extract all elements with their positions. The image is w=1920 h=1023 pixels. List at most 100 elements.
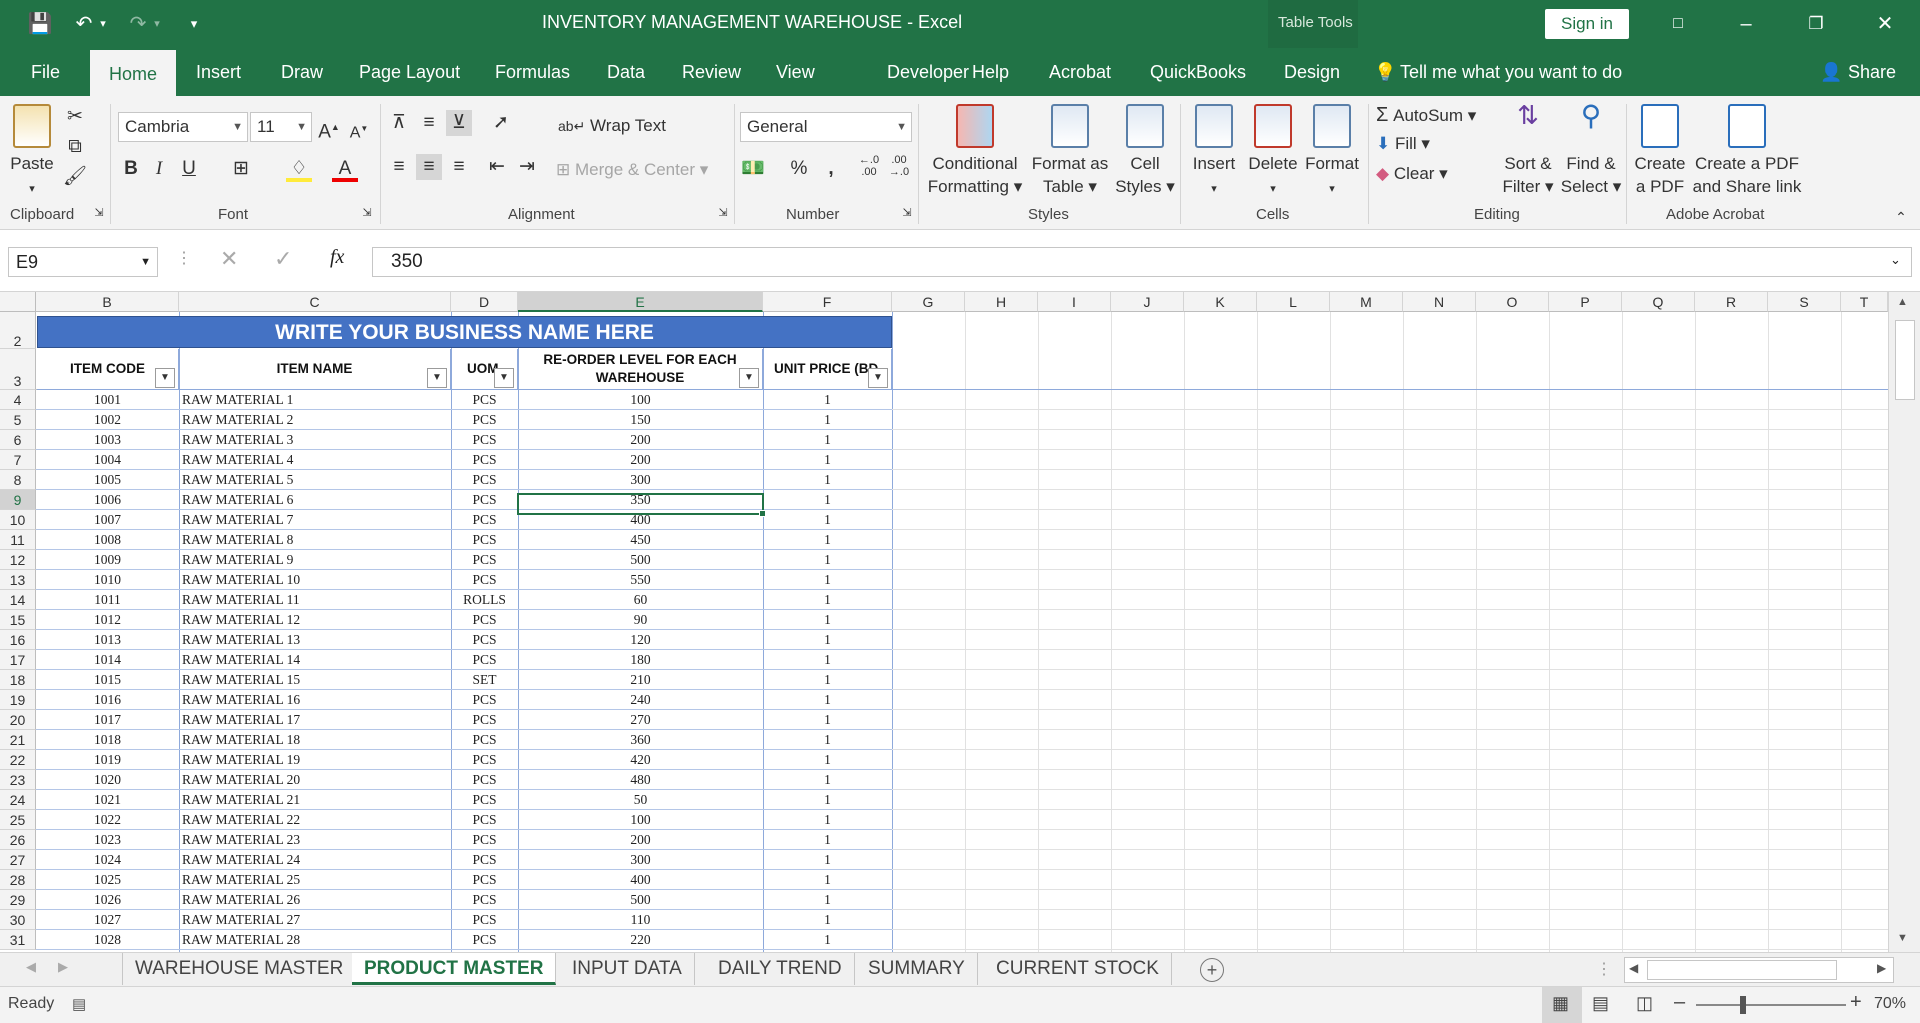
cell-item-name[interactable]: RAW MATERIAL 6	[182, 490, 451, 510]
collapse-ribbon-icon[interactable]: ⌃	[1888, 204, 1914, 230]
cell-reorder-level[interactable]: 200	[518, 830, 763, 850]
cell-uom[interactable]: PCS	[451, 430, 518, 450]
cell-item-name[interactable]: RAW MATERIAL 20	[182, 770, 451, 790]
prev-sheet-icon[interactable]: ◀	[26, 959, 36, 975]
scroll-left-icon[interactable]: ◀	[1629, 961, 1638, 975]
horizontal-scrollbar[interactable]: ◀ ▶	[1624, 957, 1894, 983]
row-header[interactable]: 12	[0, 550, 36, 570]
row-header[interactable]: 16	[0, 630, 36, 650]
cell-uom[interactable]: PCS	[451, 810, 518, 830]
cell-uom[interactable]: SET	[451, 670, 518, 690]
sheet-tab-input-data[interactable]: INPUT DATA	[560, 953, 695, 985]
sheet-tab-product-master[interactable]: PRODUCT MASTER	[352, 953, 557, 985]
row-header[interactable]: 29	[0, 890, 36, 910]
cell-unit-price[interactable]: 1	[763, 930, 892, 950]
cell-unit-price[interactable]: 1	[763, 430, 892, 450]
cell-reorder-level[interactable]: 60	[518, 590, 763, 610]
increase-indent-icon[interactable]: ⇥	[514, 154, 540, 180]
insert-function-icon[interactable]: fx	[330, 246, 344, 269]
cell-unit-price[interactable]: 1	[763, 470, 892, 490]
horizontal-scroll-thumb[interactable]	[1647, 960, 1837, 980]
cell-uom[interactable]: PCS	[451, 610, 518, 630]
cell-unit-price[interactable]: 1	[763, 610, 892, 630]
scroll-down-icon[interactable]: ▼	[1897, 932, 1908, 944]
tab-acrobat[interactable]: Acrobat	[1049, 62, 1111, 83]
cell-reorder-level[interactable]: 480	[518, 770, 763, 790]
cell-uom[interactable]: PCS	[451, 890, 518, 910]
cell-unit-price[interactable]: 1	[763, 710, 892, 730]
filter-dropdown-icon[interactable]: ▼	[494, 368, 514, 388]
zoom-slider[interactable]	[1696, 1004, 1846, 1006]
font-size-dropdown-icon[interactable]: ▼	[296, 113, 307, 141]
row-header[interactable]: 27	[0, 850, 36, 870]
name-box-dropdown-icon[interactable]: ▼	[140, 248, 151, 276]
cell-uom[interactable]: PCS	[451, 390, 518, 410]
cell-unit-price[interactable]: 1	[763, 790, 892, 810]
cell-unit-price[interactable]: 1	[763, 730, 892, 750]
column-header-e[interactable]: E	[518, 292, 763, 312]
cell-uom[interactable]: PCS	[451, 570, 518, 590]
tab-file[interactable]: File	[31, 62, 60, 83]
accounting-format-icon[interactable]: 💵	[740, 156, 766, 182]
undo-icon[interactable]: ↶	[70, 10, 98, 38]
sheet-tab-summary[interactable]: SUMMARY	[856, 953, 978, 985]
row-header[interactable]: 13	[0, 570, 36, 590]
cell-item-code[interactable]: 1009	[36, 550, 179, 570]
expand-formula-bar-icon[interactable]: ⌄	[1890, 252, 1901, 268]
cell-unit-price[interactable]: 1	[763, 690, 892, 710]
create-share-pdf-button[interactable]: Create a PDF and Share link	[1692, 104, 1802, 198]
tab-review[interactable]: Review	[682, 62, 741, 83]
next-sheet-icon[interactable]: ▶	[58, 959, 68, 975]
cell-reorder-level[interactable]: 240	[518, 690, 763, 710]
column-header-g[interactable]: G	[892, 292, 965, 312]
vertical-scrollbar[interactable]: ▲ ▼	[1888, 292, 1920, 952]
row-header[interactable]: 19	[0, 690, 36, 710]
page-break-view-icon[interactable]: ◫	[1636, 993, 1653, 1014]
tab-insert[interactable]: Insert	[196, 62, 241, 83]
cell-unit-price[interactable]: 1	[763, 410, 892, 430]
cell-reorder-level[interactable]: 150	[518, 410, 763, 430]
business-name-banner[interactable]: WRITE YOUR BUSINESS NAME HERE	[37, 316, 892, 348]
cell-item-code[interactable]: 1010	[36, 570, 179, 590]
cell-item-name[interactable]: RAW MATERIAL 28	[182, 930, 451, 950]
row-header[interactable]: 9	[0, 490, 36, 510]
cell-item-name[interactable]: RAW MATERIAL 5	[182, 470, 451, 490]
cell-item-code[interactable]: 1013	[36, 630, 179, 650]
column-header-q[interactable]: Q	[1622, 292, 1695, 312]
filter-dropdown-icon[interactable]: ▼	[427, 368, 447, 388]
cell-item-name[interactable]: RAW MATERIAL 21	[182, 790, 451, 810]
cell-item-name[interactable]: RAW MATERIAL 15	[182, 670, 451, 690]
tab-developer[interactable]: Developer	[887, 62, 969, 83]
row-header[interactable]: 5	[0, 410, 36, 430]
cell-unit-price[interactable]: 1	[763, 510, 892, 530]
row-header[interactable]: 25	[0, 810, 36, 830]
cell-reorder-level[interactable]: 180	[518, 650, 763, 670]
row-header[interactable]: 6	[0, 430, 36, 450]
align-left-icon[interactable]: ≡	[386, 154, 412, 180]
row-header[interactable]: 17	[0, 650, 36, 670]
column-header-d[interactable]: D	[451, 292, 518, 312]
cell-item-name[interactable]: RAW MATERIAL 14	[182, 650, 451, 670]
tell-me-search[interactable]: Tell me what you want to do	[1400, 62, 1622, 83]
normal-view-icon[interactable]: ▦	[1552, 993, 1569, 1014]
increase-font-icon[interactable]: A▲	[316, 114, 342, 142]
font-name-combo[interactable]: Cambria ▼	[118, 112, 248, 142]
create-pdf-button[interactable]: Create a PDF	[1630, 104, 1690, 198]
cell-unit-price[interactable]: 1	[763, 390, 892, 410]
column-header-k[interactable]: K	[1184, 292, 1257, 312]
page-layout-view-icon[interactable]: ▤	[1592, 993, 1609, 1014]
tab-draw[interactable]: Draw	[281, 62, 323, 83]
cell-item-name[interactable]: RAW MATERIAL 19	[182, 750, 451, 770]
row-header[interactable]: 30	[0, 910, 36, 930]
number-format-dropdown-icon[interactable]: ▼	[896, 113, 907, 141]
filter-dropdown-icon[interactable]: ▼	[739, 368, 759, 388]
cell-unit-price[interactable]: 1	[763, 770, 892, 790]
row-header[interactable]: 4	[0, 390, 36, 410]
cell-unit-price[interactable]: 1	[763, 910, 892, 930]
cell-uom[interactable]: PCS	[451, 550, 518, 570]
cell-reorder-level[interactable]: 500	[518, 890, 763, 910]
cell-reorder-level[interactable]: 50	[518, 790, 763, 810]
comma-style-icon[interactable]: ,	[818, 156, 844, 182]
font-color-icon[interactable]: A	[332, 156, 358, 182]
zoom-level[interactable]: 70%	[1874, 995, 1906, 1013]
